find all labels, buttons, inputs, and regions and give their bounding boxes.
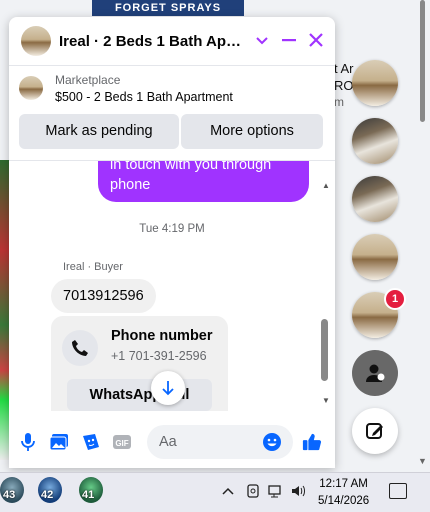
page-scroll-thumb[interactable] — [420, 0, 425, 122]
card-number: +1 701-391-2596 — [111, 349, 207, 363]
taskbar: 43 42 41 12:17 AM 5/14/2026 — [0, 472, 430, 512]
clock-date: 5/14/2026 — [318, 495, 370, 507]
camera-icon[interactable] — [246, 484, 260, 501]
chat-head[interactable] — [352, 60, 398, 106]
card-title: Phone number — [111, 328, 213, 344]
chat-head[interactable] — [352, 234, 398, 280]
notification-icon[interactable] — [389, 483, 407, 499]
avatar[interactable] — [21, 26, 51, 56]
chat-title[interactable]: Ireal · 2 Beds 1 Bath Apart… — [59, 33, 249, 50]
message-composer: GIF Aa — [9, 417, 335, 468]
message-text: in touch with you through — [110, 161, 272, 173]
chat-window: Ireal · 2 Beds 1 Bath Apart… Marketplace… — [9, 17, 335, 468]
taskbar-app-count: 42 — [41, 489, 54, 501]
minimize-icon[interactable] — [278, 29, 300, 51]
outgoing-message[interactable]: in touch with you through phone — [98, 161, 309, 202]
listing-title: $500 - 2 Beds 1 Bath Apartment — [55, 89, 233, 104]
message-scrollbar[interactable]: ▲ ▼ — [318, 161, 332, 411]
marketplace-label: Marketplace — [55, 72, 121, 87]
system-clock[interactable]: 12:17 AM 5/14/2026 — [318, 476, 369, 510]
scroll-to-bottom-button[interactable] — [151, 371, 185, 405]
chat-head[interactable] — [352, 176, 398, 222]
message-list[interactable]: in touch with you through phone Tue 4:19… — [9, 161, 335, 411]
compose-icon — [366, 423, 383, 439]
more-options-button[interactable]: More options — [181, 114, 323, 149]
contacts-icon — [366, 364, 385, 382]
sender-label: Ireal · Buyer — [63, 261, 123, 273]
incoming-message[interactable]: 7013912596 — [51, 279, 156, 313]
phone-number-card[interactable]: Phone number +1 701-391-2596 WhatsApp ca… — [51, 316, 228, 411]
taskbar-app-count: 41 — [82, 489, 95, 501]
listing-thumbnail — [19, 76, 43, 100]
message-scroll-thumb[interactable] — [321, 319, 328, 381]
gif-icon[interactable]: GIF — [112, 432, 132, 452]
close-icon[interactable] — [305, 29, 327, 51]
phone-icon — [62, 330, 98, 366]
like-icon[interactable] — [302, 432, 322, 452]
microphone-icon[interactable] — [18, 432, 38, 452]
volume-icon[interactable] — [291, 484, 307, 501]
message-timestamp: Tue 4:19 PM — [139, 223, 205, 235]
mark-as-pending-button[interactable]: Mark as pending — [19, 114, 179, 149]
background-banner: FORGET SPRAYS — [92, 0, 244, 16]
network-icon[interactable] — [268, 484, 284, 501]
gallery-icon[interactable] — [49, 432, 69, 452]
emoji-icon[interactable] — [262, 432, 282, 452]
svg-text:GIF: GIF — [115, 439, 128, 448]
taskbar-app-count: 43 — [3, 489, 16, 501]
arrow-down-icon — [162, 381, 174, 396]
marketplace-listing[interactable]: Marketplace $500 - 2 Beds 1 Bath Apartme… — [9, 65, 335, 111]
clock-time: 12:17 AM — [319, 478, 368, 490]
chevron-down-icon[interactable] — [251, 29, 273, 51]
new-message-button[interactable] — [352, 408, 398, 454]
sticker-icon[interactable] — [81, 432, 101, 452]
message-text: phone — [110, 177, 151, 193]
chevron-up-icon[interactable] — [222, 484, 234, 499]
scroll-down-arrow[interactable]: ▼ — [322, 396, 330, 405]
unread-badge: 1 — [384, 288, 406, 310]
chat-head[interactable] — [352, 118, 398, 164]
message-placeholder: Aa — [159, 434, 177, 450]
chat-header[interactable]: Ireal · 2 Beds 1 Bath Apart… — [9, 17, 335, 66]
contacts-button[interactable] — [352, 350, 398, 396]
scroll-up-arrow[interactable]: ▲ — [322, 181, 330, 190]
whatsapp-call-button[interactable]: WhatsApp call — [67, 379, 212, 411]
scroll-down-arrow[interactable]: ▼ — [418, 456, 427, 466]
